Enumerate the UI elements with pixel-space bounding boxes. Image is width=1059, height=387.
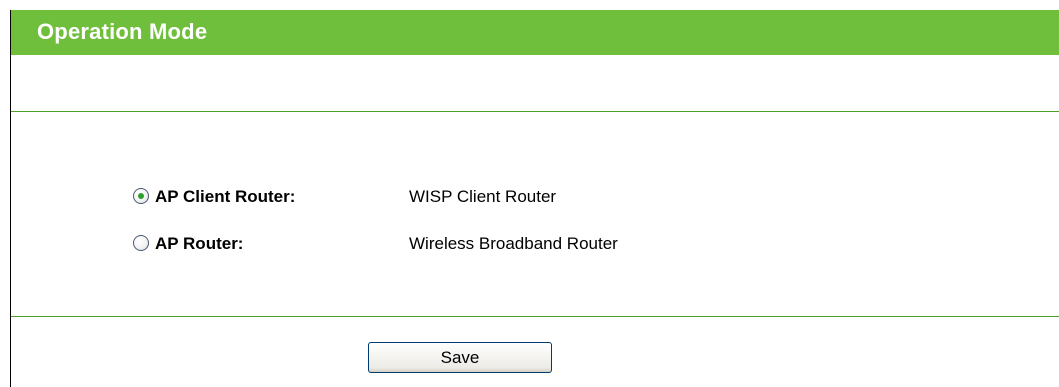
divider-bottom (11, 316, 1059, 317)
mode-description-ap-router: Wireless Broadband Router (409, 234, 618, 253)
section-header: Operation Mode (11, 10, 1059, 55)
divider-top (11, 111, 1059, 112)
radio-ap-router[interactable] (133, 235, 149, 251)
page-title: Operation Mode (37, 19, 208, 44)
mode-label-ap-client-router: AP Client Router: (155, 187, 296, 206)
radio-ap-client-router[interactable] (133, 188, 149, 204)
mode-description-ap-client-router: WISP Client Router (409, 187, 557, 206)
mode-label-ap-router: AP Router: (155, 234, 244, 253)
save-button[interactable]: Save (368, 342, 552, 373)
